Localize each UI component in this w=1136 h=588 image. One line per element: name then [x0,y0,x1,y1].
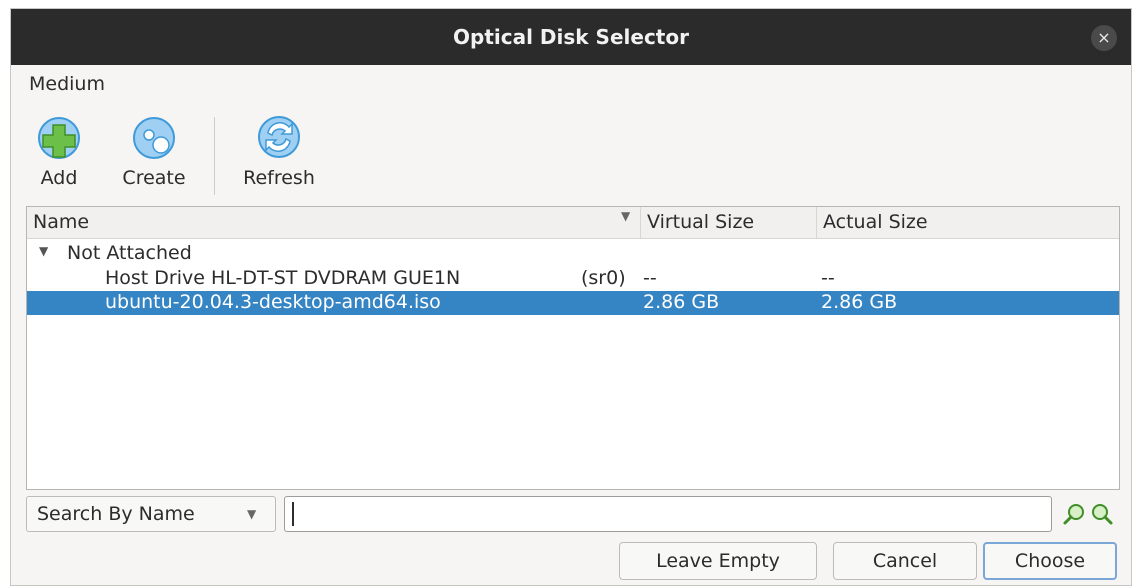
medium-device: (sr0) [581,267,626,289]
dialog-buttons: Leave Empty Cancel Choose [11,542,1131,582]
column-header-actual-size[interactable]: Actual Size [823,211,928,233]
table-row-selected[interactable]: ubuntu-20.04.3-desktop-amd64.iso 2.86 GB… [27,291,1119,315]
virtual-size: 2.86 GB [643,291,720,313]
add-label: Add [40,167,78,189]
search-forward-icon[interactable] [1090,502,1114,526]
refresh-button[interactable]: Refresh [229,113,329,189]
close-button[interactable]: × [1091,25,1117,51]
disk-create-icon [133,117,175,159]
sort-indicator-icon: ▼ [621,209,631,223]
search-mode-dropdown[interactable]: Search By Name ▼ [26,496,276,532]
choose-button[interactable]: Choose [983,542,1117,580]
expand-arrow-icon[interactable]: ▼ [39,244,48,258]
optical-disk-selector-dialog: Optical Disk Selector × Medium Add Creat… [10,8,1132,586]
column-header-virtual-size[interactable]: Virtual Size [647,211,754,233]
search-mode-label: Search By Name [37,503,195,525]
toolbar: Add Create Refresh [11,109,1131,205]
refresh-label: Refresh [243,167,315,189]
chevron-down-icon: ▼ [247,507,257,521]
list-header: Name ▼ Virtual Size Actual Size [27,207,1119,239]
medium-list[interactable]: Name ▼ Virtual Size Actual Size ▼ Not At… [26,206,1120,490]
add-button[interactable]: Add [29,113,89,189]
cancel-button[interactable]: Cancel [833,542,977,580]
title-bar[interactable]: Optical Disk Selector × [11,9,1131,65]
create-label: Create [122,167,186,189]
actual-size: -- [821,267,835,289]
menu-medium[interactable]: Medium [29,73,105,95]
group-not-attached[interactable]: ▼ Not Attached [27,242,1119,266]
table-row[interactable]: Host Drive HL-DT-ST DVDRAM GUE1N (sr0) -… [27,267,1119,291]
menu-bar: Medium [11,65,1131,101]
close-icon: × [1097,28,1111,47]
leave-empty-button[interactable]: Leave Empty [619,542,817,580]
refresh-icon [258,116,300,158]
medium-name: Host Drive HL-DT-ST DVDRAM GUE1N [105,267,461,289]
actual-size: 2.86 GB [821,291,898,313]
search-backward-icon[interactable] [1062,502,1086,526]
toolbar-separator [214,117,215,195]
search-input[interactable] [284,496,1052,532]
column-header-name[interactable]: Name [33,211,89,233]
disk-add-icon [38,117,80,159]
group-label: Not Attached [67,242,192,264]
medium-name: ubuntu-20.04.3-desktop-amd64.iso [105,291,441,313]
virtual-size: -- [643,267,657,289]
search-bar: Search By Name ▼ [26,496,1120,532]
text-caret [292,502,294,526]
window-title: Optical Disk Selector [453,25,689,49]
create-button[interactable]: Create [109,113,199,189]
